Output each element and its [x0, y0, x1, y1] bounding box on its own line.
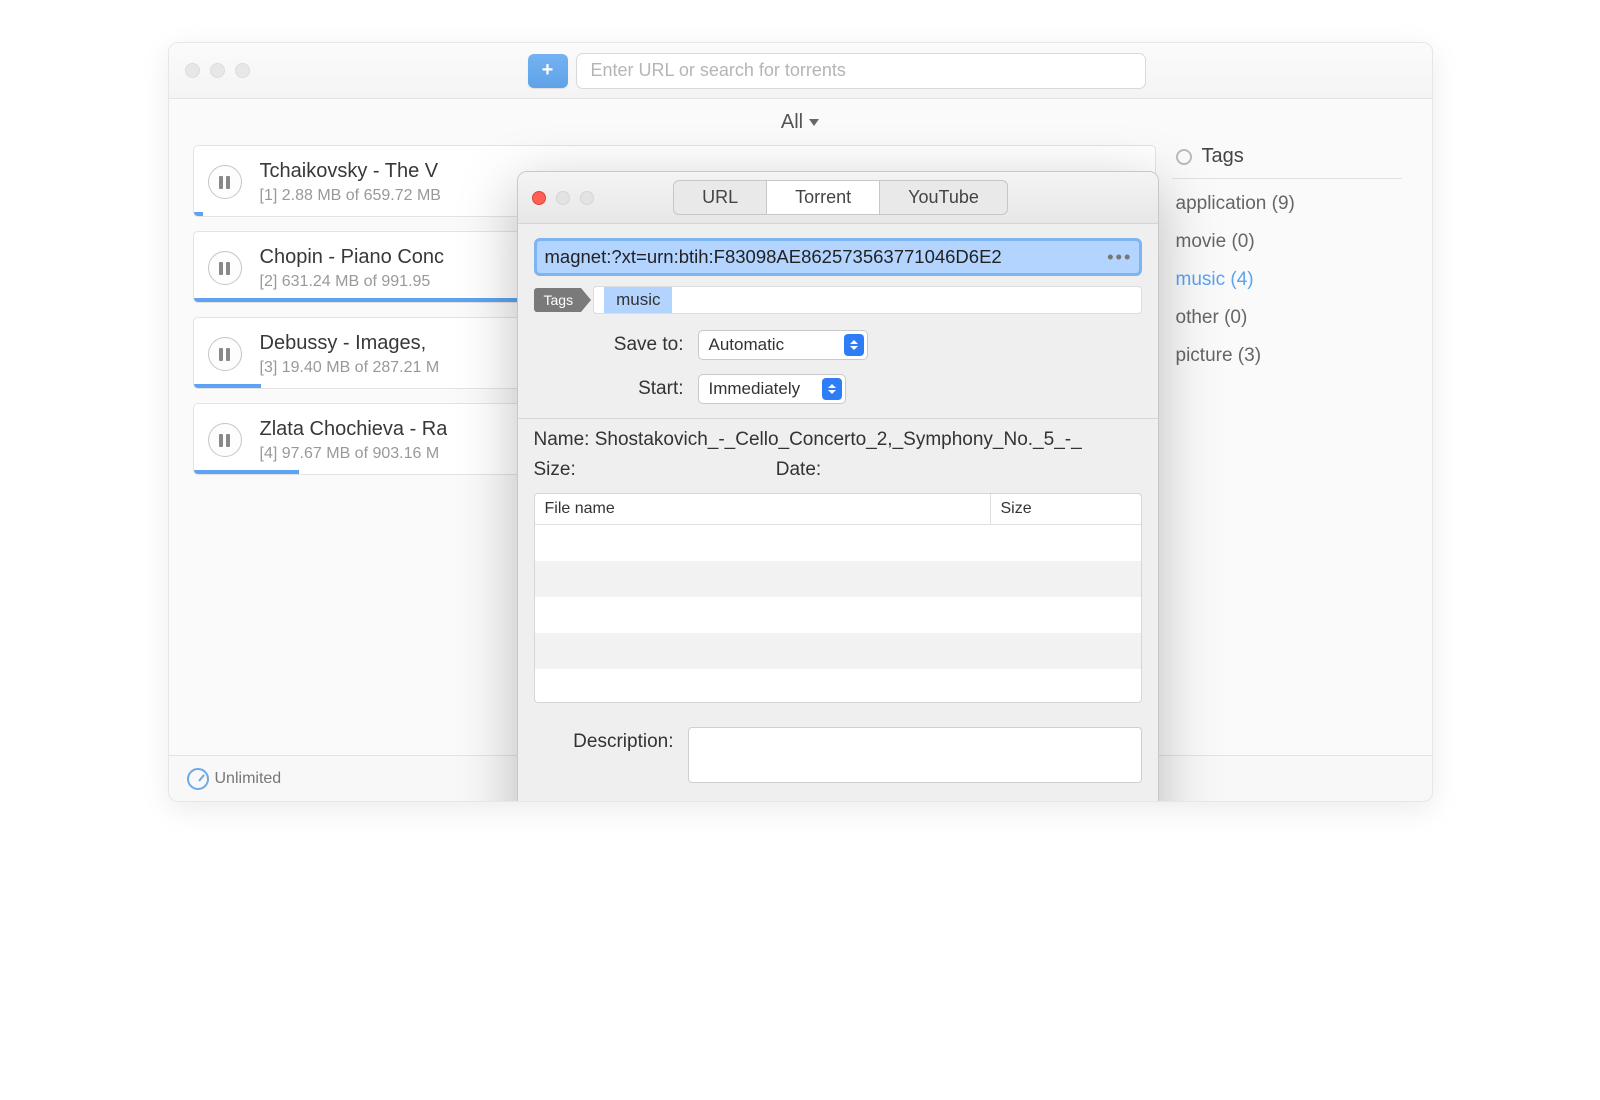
dialog-traffic-lights: [532, 191, 594, 205]
start-select[interactable]: Immediately: [698, 374, 846, 404]
table-row: [535, 633, 1141, 669]
table-row: [535, 669, 1141, 703]
tag-item-picture[interactable]: picture (3): [1172, 337, 1402, 375]
updown-chevron-icon: [822, 378, 842, 400]
zoom-icon[interactable]: [580, 191, 594, 205]
source-tabs: URL Torrent YouTube: [673, 180, 1008, 215]
traffic-lights: [185, 63, 250, 78]
progress-bar: [194, 470, 300, 474]
main-window: + Enter URL or search for torrents All T…: [168, 42, 1433, 802]
tag-chip-music[interactable]: music: [604, 287, 672, 313]
download-subtitle: [4] 97.67 MB of 903.16 M: [260, 445, 448, 463]
description-input[interactable]: [688, 727, 1142, 783]
tags-badge: Tags: [534, 288, 582, 312]
plus-icon: +: [542, 59, 554, 82]
minimize-icon[interactable]: [210, 63, 225, 78]
pause-icon: [219, 348, 230, 361]
download-title: Chopin - Piano Conc: [260, 246, 445, 269]
pause-icon: [219, 262, 230, 275]
add-torrent-dialog: URL Torrent YouTube magnet:?xt=urn:btih:…: [517, 171, 1159, 802]
updown-chevron-icon: [844, 334, 864, 356]
tags-panel: Tags application (9) movie (0) music (4)…: [1172, 145, 1432, 755]
pause-button[interactable]: [208, 423, 242, 457]
tags-input[interactable]: music: [593, 286, 1141, 314]
progress-bar: [194, 212, 204, 216]
file-size-header[interactable]: Size: [991, 494, 1141, 524]
torrent-name-value: Shostakovich_-_Cello_Concerto_2,_Symphon…: [595, 429, 1082, 450]
name-line: Name: Shostakovich_-_Cello_Concerto_2,_S…: [534, 429, 1142, 451]
description-label: Description:: [534, 727, 674, 783]
pause-icon: [219, 176, 230, 189]
start-value: Immediately: [709, 379, 801, 399]
progress-bar: [194, 384, 261, 388]
add-button[interactable]: +: [528, 54, 568, 88]
speed-label: Unlimited: [215, 770, 282, 788]
main-titlebar: + Enter URL or search for torrents: [169, 43, 1432, 99]
tags-header: Tags: [1172, 145, 1402, 168]
date-label: Date:: [776, 459, 821, 481]
minimize-icon[interactable]: [556, 191, 570, 205]
gauge-icon[interactable]: [187, 768, 209, 790]
filter-bar[interactable]: All: [169, 99, 1432, 145]
search-placeholder: Enter URL or search for torrents: [591, 60, 846, 81]
pause-button[interactable]: [208, 165, 242, 199]
download-title: Tchaikovsky - The V: [260, 160, 441, 183]
files-table[interactable]: File name Size: [534, 493, 1142, 703]
ellipsis-icon: •••: [1101, 246, 1132, 268]
files-table-body: [535, 525, 1141, 703]
file-name-header[interactable]: File name: [535, 494, 991, 524]
pause-button[interactable]: [208, 337, 242, 371]
magnet-url-value: magnet:?xt=urn:btih:F83098AE862573563771…: [545, 246, 1002, 268]
save-to-value: Automatic: [709, 335, 785, 355]
tab-url[interactable]: URL: [674, 181, 767, 214]
dialog-titlebar: URL Torrent YouTube: [518, 172, 1158, 224]
files-table-header: File name Size: [535, 494, 1141, 525]
close-icon[interactable]: [532, 191, 546, 205]
size-date-line: Size: Date:: [534, 459, 1142, 481]
tag-item-other[interactable]: other (0): [1172, 299, 1402, 337]
save-to-label: Save to:: [534, 334, 684, 356]
table-row: [535, 561, 1141, 597]
table-row: [535, 525, 1141, 561]
size-label: Size:: [534, 459, 576, 481]
download-subtitle: [3] 19.40 MB of 287.21 M: [260, 359, 440, 377]
search-input[interactable]: Enter URL or search for torrents: [576, 53, 1146, 89]
dialog-body: magnet:?xt=urn:btih:F83098AE862573563771…: [518, 224, 1158, 783]
start-label: Start:: [534, 378, 684, 400]
tag-item-movie[interactable]: movie (0): [1172, 223, 1402, 261]
magnet-url-input[interactable]: magnet:?xt=urn:btih:F83098AE862573563771…: [534, 238, 1142, 276]
download-subtitle: [1] 2.88 MB of 659.72 MB: [260, 187, 441, 205]
download-title: Debussy - Images,: [260, 332, 440, 355]
description-row: Description:: [534, 727, 1142, 783]
pause-button[interactable]: [208, 251, 242, 285]
download-subtitle: [2] 631.24 MB of 991.95: [260, 273, 445, 291]
save-to-select[interactable]: Automatic: [698, 330, 868, 360]
filter-label: All: [781, 111, 803, 134]
tag-item-music[interactable]: music (4): [1172, 261, 1402, 299]
tags-header-label: Tags: [1202, 145, 1244, 168]
chevron-down-icon: [809, 119, 819, 126]
tab-youtube[interactable]: YouTube: [880, 181, 1007, 214]
close-icon[interactable]: [185, 63, 200, 78]
download-title: Zlata Chochieva - Ra: [260, 418, 448, 441]
pause-icon: [219, 434, 230, 447]
tags-row: Tags music: [534, 286, 1142, 314]
radio-empty-icon: [1176, 149, 1192, 165]
table-row: [535, 597, 1141, 633]
tag-item-application[interactable]: application (9): [1172, 185, 1402, 223]
zoom-icon[interactable]: [235, 63, 250, 78]
tab-torrent[interactable]: Torrent: [767, 181, 880, 214]
